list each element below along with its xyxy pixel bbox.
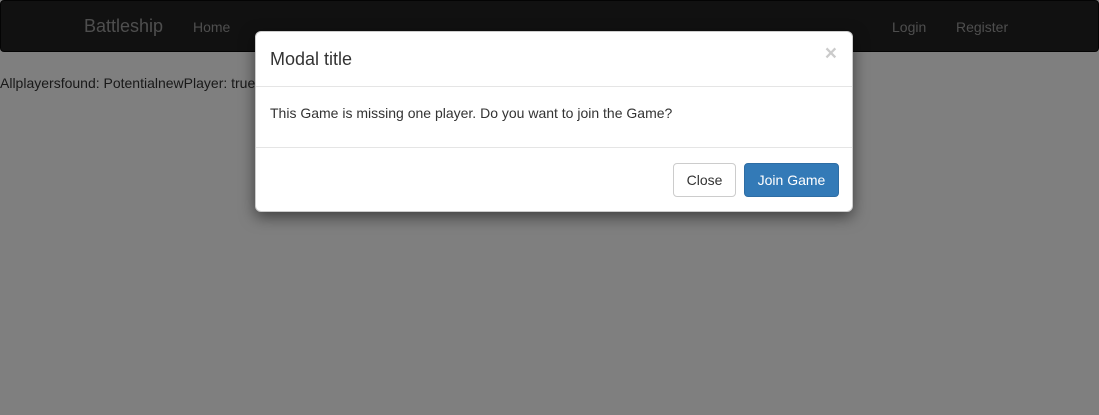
join-game-button[interactable]: Join Game xyxy=(744,163,839,197)
join-game-modal: Modal title × This Game is missing one p… xyxy=(255,31,853,212)
close-button[interactable]: Close xyxy=(673,163,736,197)
page: Battleship Home Login Register Allplayer… xyxy=(0,0,1099,415)
close-icon[interactable]: × xyxy=(825,43,837,64)
modal-title: Modal title xyxy=(270,49,353,69)
modal-body: This Game is missing one player. Do you … xyxy=(256,87,852,148)
modal-message: This Game is missing one player. Do you … xyxy=(270,105,673,121)
modal-header: Modal title × xyxy=(256,32,852,87)
